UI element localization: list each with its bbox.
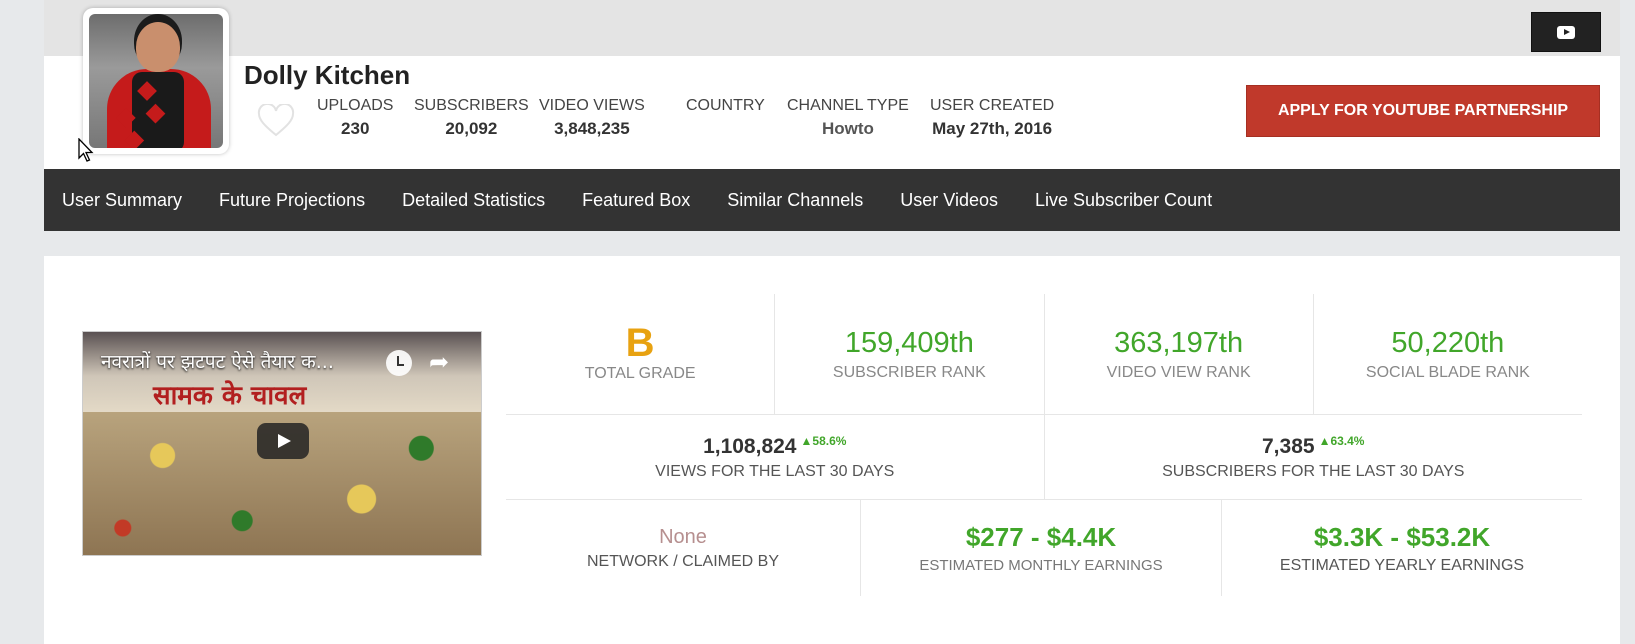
- nav-live-subscriber-count[interactable]: Live Subscriber Count: [1035, 190, 1212, 211]
- nav-bar: User Summary Future Projections Detailed…: [44, 169, 1620, 231]
- views-last-30-value: 1,108,824: [703, 434, 797, 458]
- thumbnail-text: सामक के चावल: [153, 381, 307, 411]
- monthly-earnings: $277 - $4.4K ESTIMATED MONTHLY EARNINGS: [861, 500, 1222, 596]
- nav-user-videos[interactable]: User Videos: [900, 190, 998, 211]
- subscriber-rank: 159,409th SUBSCRIBER RANK: [775, 294, 1045, 414]
- views-last-30: 1,108,824 ▲58.6% VIEWS FOR THE LAST 30 DA…: [506, 415, 1045, 499]
- avatar: [83, 8, 229, 154]
- social-blade-rank: 50,220th SOCIAL BLADE RANK: [1365, 326, 1530, 381]
- nav-future-projections[interactable]: Future Projections: [219, 190, 365, 211]
- last-30-days-row: 1,108,824 ▲58.6% VIEWS FOR THE LAST 30 DA…: [506, 414, 1582, 500]
- mouse-cursor-icon: [78, 138, 94, 162]
- heart-icon[interactable]: [257, 104, 295, 138]
- channel-header: Dolly Kitchen UPLOADS 230 SUBSCRIBERS 20…: [44, 8, 1620, 169]
- subscribers-last-30: 7,385 ▲63.4% SUBSCRIBERS FOR THE LAST 30 …: [1162, 433, 1465, 480]
- clock-icon[interactable]: [386, 350, 412, 376]
- nav-detailed-statistics[interactable]: Detailed Statistics: [402, 190, 545, 211]
- network-claimed-by: None NETWORK / CLAIMED BY: [506, 500, 861, 596]
- avatar-image: [89, 14, 223, 148]
- yearly-earnings: $3.3K - $53.2K ESTIMATED YEARLY EARNINGS: [1279, 521, 1525, 574]
- subscribers-change-badge: ▲63.4%: [1318, 433, 1365, 448]
- channel-name: Dolly Kitchen: [244, 60, 411, 90]
- earnings-row: None NETWORK / CLAIMED BY $277 - $4.4K E…: [506, 500, 1582, 596]
- ranks-row: B TOTAL GRADE 159,409th SUBSCRIBER RANK …: [506, 294, 1582, 414]
- views-change-badge: ▲58.6%: [800, 433, 847, 448]
- stat-user-created: USER CREATED May 27th, 2016: [930, 97, 1055, 138]
- youtube-icon: [1557, 25, 1575, 39]
- video-view-rank: 363,197th VIDEO VIEW RANK: [1045, 294, 1314, 414]
- youtube-link-button[interactable]: [1531, 12, 1601, 52]
- video-player[interactable]: सामक के चावल नवरात्रों पर झटपट ऐसे तैयार…: [82, 331, 482, 556]
- stat-subscribers: SUBSCRIBERS 20,092: [414, 97, 529, 138]
- stat-uploads: UPLOADS 230: [317, 97, 394, 138]
- nav-user-summary[interactable]: User Summary: [62, 190, 182, 211]
- stat-video-views: VIDEO VIEWS 3,848,235: [539, 97, 645, 138]
- stat-channel-type: CHANNEL TYPE Howto: [787, 97, 909, 138]
- apply-partnership-button[interactable]: APPLY FOR YOUTUBE PARTNERSHIP: [1246, 85, 1600, 137]
- subscribers-last-30-value: 7,385: [1262, 434, 1315, 458]
- video-title[interactable]: नवरात्रों पर झटपट ऐसे तैयार क...: [101, 348, 334, 374]
- share-icon[interactable]: ➦: [429, 348, 449, 377]
- top-bar: [44, 0, 1620, 56]
- summary-panel: सामक के चावल नवरात्रों पर झटपट ऐसे तैयार…: [44, 256, 1620, 644]
- play-icon[interactable]: [257, 423, 309, 459]
- nav-similar-channels[interactable]: Similar Channels: [727, 190, 863, 211]
- nav-featured-box[interactable]: Featured Box: [582, 190, 690, 211]
- total-grade: B TOTAL GRADE: [506, 294, 776, 414]
- stat-country: COUNTRY: [686, 97, 765, 114]
